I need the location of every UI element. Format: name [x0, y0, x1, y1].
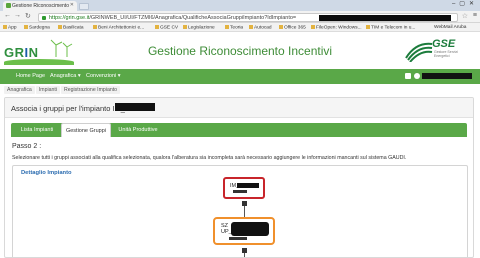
nav-anagrafica[interactable]: Anagrafica ▾	[50, 73, 81, 79]
folder-icon	[58, 25, 62, 29]
plant-node[interactable]: IM_	[223, 177, 265, 199]
nav-convenzioni[interactable]: Convenzioni ▾	[86, 73, 121, 79]
group-node[interactable]: SZ UP_	[213, 217, 275, 245]
favicon-icon	[6, 3, 11, 8]
close-icon[interactable]: ✕	[70, 2, 74, 8]
office-icon	[279, 25, 283, 29]
tree-connector	[244, 206, 245, 217]
main-navbar: Home Page Anagrafica ▾ Convenzioni ▾	[0, 69, 480, 84]
detail-box: Dettaglio Impianto IM_ SZ UP_	[12, 165, 468, 257]
bookmark-item[interactable]: Sardegna	[24, 25, 50, 31]
folder-icon	[183, 25, 187, 29]
menu-icon[interactable]: ≡	[473, 12, 477, 19]
bookmark-star-icon[interactable]: ☆	[462, 12, 468, 20]
bookmark-item[interactable]: Beni Architettonici e...	[93, 25, 144, 31]
window-controls[interactable]: –▢✕	[452, 0, 478, 7]
bookmark-item[interactable]: GSE CV	[155, 25, 178, 31]
nav-home[interactable]: Home Page	[16, 73, 45, 79]
redaction	[319, 15, 451, 21]
step-description: Selezionare tutti i gruppi associati all…	[12, 155, 407, 161]
notification-icon[interactable]	[405, 73, 411, 79]
redaction	[229, 237, 247, 240]
url-field[interactable]: https://grin.gse.it/GRINWEB_UI/UI/FTZMI6…	[38, 13, 458, 22]
breadcrumb-item: Registrazione Impianto	[60, 86, 121, 94]
user-icon[interactable]	[414, 73, 420, 79]
folder-icon	[225, 25, 229, 29]
browser-tabbar: Gestione Riconoscimento ✕ –▢✕	[0, 0, 480, 11]
bookmark-item[interactable]: WebMail Aruba	[434, 25, 466, 30]
bookmark-item[interactable]: Basilicata	[58, 25, 84, 31]
bookmark-item[interactable]: Legislazione	[183, 25, 215, 31]
back-icon[interactable]: ←	[4, 12, 11, 19]
breadcrumb: Anagrafica Impianti Registrazione Impianto	[0, 86, 480, 96]
apps-icon	[3, 25, 7, 29]
folder-icon	[93, 25, 97, 29]
page-icon	[311, 25, 315, 29]
tab-strip: Lista Impianti Gestione Gruppi Unità Pro…	[11, 123, 467, 137]
tab-gestione-gruppi[interactable]: Gestione Gruppi	[61, 123, 111, 137]
url-path: /GRINWEB_UI/UI/FTZMI6/Anagrafica/Qualifi…	[89, 15, 297, 21]
bookmarks-bar: App Sardegna Basilicata Beni Architetton…	[0, 23, 480, 32]
bookmark-item[interactable]: App	[3, 25, 17, 31]
bookmark-item[interactable]: Autocad	[249, 25, 272, 31]
breadcrumb-item[interactable]: Impianti	[35, 86, 60, 94]
address-toolbar: ← → ↻ https://grin.gse.it/GRINWEB_UI/UI/…	[0, 11, 480, 23]
step-label: Passo 2 :	[12, 143, 42, 150]
panel-heading: Associa i gruppi per l'impianto IM_	[5, 98, 473, 118]
username-redacted[interactable]	[422, 73, 472, 79]
gse-logo-text: GSE	[432, 38, 456, 50]
page-header: GRIN Gestione Riconoscimento Incentivi G…	[0, 33, 480, 69]
tim-icon	[366, 25, 370, 29]
breadcrumb-item[interactable]: Anagrafica	[4, 86, 35, 94]
detail-title: Dettaglio Impianto	[21, 170, 72, 176]
redaction	[237, 183, 259, 188]
new-tab-button[interactable]	[79, 3, 89, 10]
bookmark-item[interactable]: Teoria	[225, 25, 243, 31]
redaction	[115, 103, 155, 111]
panel-heading-text: Associa i gruppi per l'impianto IM_	[11, 104, 125, 113]
tab-title: Gestione Riconoscimento	[12, 3, 69, 9]
tab-lista-impianti[interactable]: Lista Impianti	[15, 123, 59, 137]
forward-icon[interactable]: →	[14, 12, 21, 19]
lock-icon	[42, 16, 46, 20]
main-panel: Associa i gruppi per l'impianto IM_ List…	[4, 97, 474, 258]
folder-icon	[155, 25, 159, 29]
tab-unita-produttive[interactable]: Unità Produttive	[113, 123, 163, 137]
folder-icon	[249, 25, 253, 29]
bookmark-item[interactable]: TIM e Telecom in u...	[366, 25, 415, 31]
tree-connector	[244, 253, 245, 257]
folder-icon	[24, 25, 28, 29]
gse-logo-subtitle: Gestore Servizi Energetici	[434, 50, 458, 58]
gse-swoosh-icon	[405, 42, 433, 62]
browser-tab[interactable]: Gestione Riconoscimento ✕	[3, 1, 77, 11]
redaction	[233, 190, 247, 193]
gse-logo[interactable]: GSE Gestore Servizi Energetici	[402, 36, 468, 66]
redaction	[231, 222, 269, 236]
bookmark-item[interactable]: Office 365	[279, 25, 306, 31]
url-secure: https://grin.gse.it	[49, 15, 90, 21]
reload-icon[interactable]: ↻	[25, 12, 31, 20]
bookmark-item[interactable]: FileOpen: Windows...	[311, 25, 362, 31]
